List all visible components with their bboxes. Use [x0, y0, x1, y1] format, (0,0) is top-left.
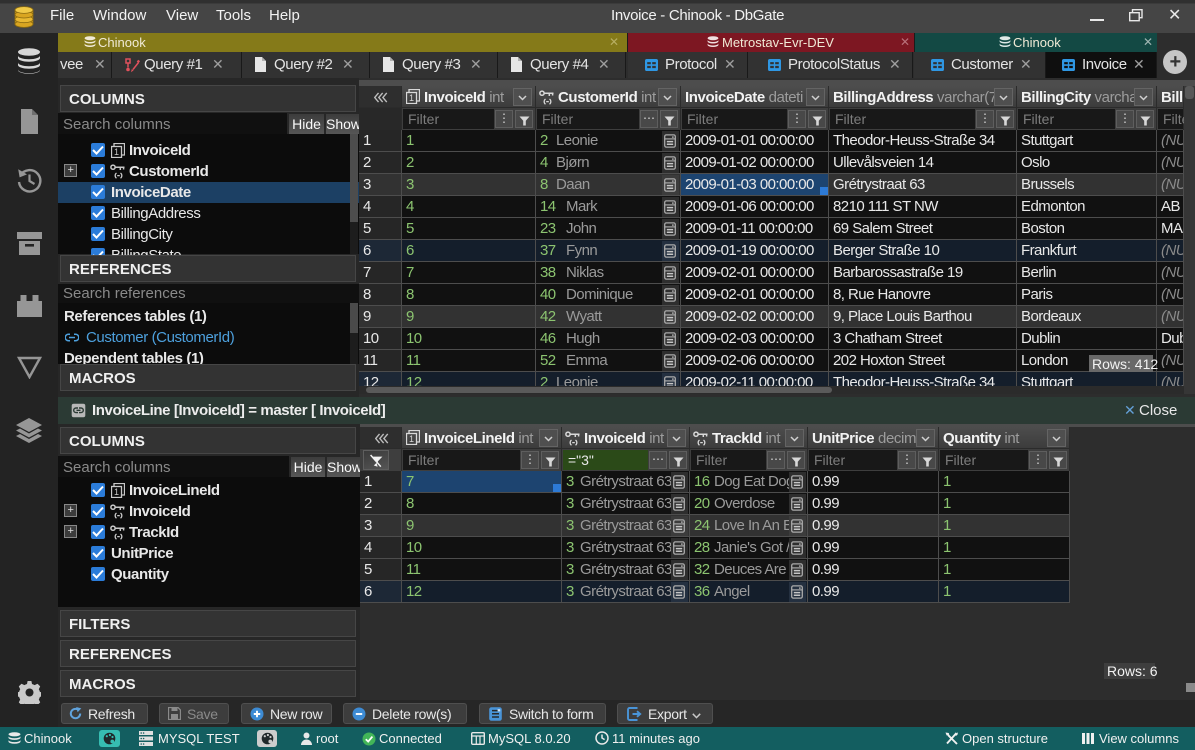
svg-text:1: 1: [409, 434, 414, 444]
svg-text:1: 1: [114, 487, 119, 497]
svg-text:1: 1: [409, 93, 414, 103]
svg-text:1: 1: [114, 147, 119, 157]
